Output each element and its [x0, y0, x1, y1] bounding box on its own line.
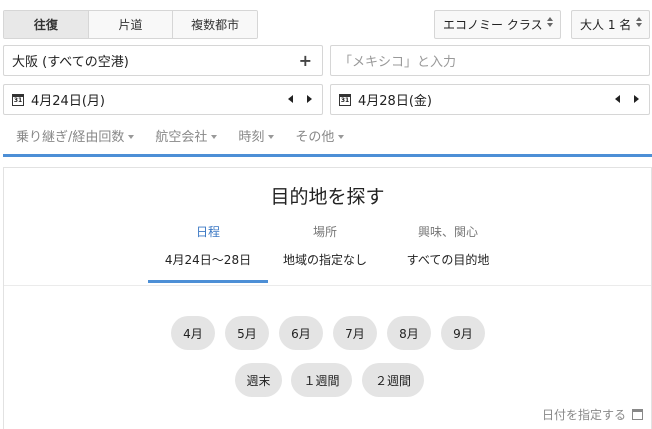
filter-times[interactable]: 時刻	[238, 126, 275, 145]
divider	[4, 285, 651, 286]
filter-label: 航空会社	[155, 130, 208, 145]
return-date-field[interactable]: 31 4月28日(金)	[330, 84, 650, 115]
departure-date-value: 4月24日(月)	[31, 94, 105, 109]
tab-interests-value: すべての目的地	[406, 253, 490, 267]
tab-location-header: 場所	[312, 225, 337, 239]
tab-round-trip[interactable]: 往復	[4, 11, 89, 38]
destination-field[interactable]: 「メキシコ」と入力	[330, 45, 650, 76]
month-chip[interactable]: 5月	[225, 316, 269, 350]
tab-multi-city[interactable]: 複数都市	[173, 11, 257, 38]
caret-down-icon	[268, 134, 275, 139]
filter-label: 時刻	[238, 130, 265, 145]
trip-type-tabs: 往復 片道 複数都市	[3, 10, 258, 39]
origin-value: 大阪 (すべての空港)	[12, 55, 129, 70]
month-chip[interactable]: 9月	[441, 316, 485, 350]
explore-card: 目的地を探す 日程 4月24日〜28日 場所 地域の指定なし 興味、関心 すべて…	[3, 167, 652, 429]
calendar-icon: 31	[12, 93, 24, 106]
destination-placeholder: 「メキシコ」と入力	[339, 55, 457, 70]
filter-more[interactable]: その他	[295, 126, 345, 145]
month-chip[interactable]: 4月	[171, 316, 215, 350]
tab-interests[interactable]: 興味、関心 すべての目的地	[394, 224, 502, 268]
filter-label: その他	[295, 130, 335, 145]
caret-down-icon	[128, 134, 135, 139]
cabin-class-select[interactable]: エコノミー クラス	[434, 10, 561, 39]
departure-date-field[interactable]: 31 4月24日(月)	[3, 84, 323, 115]
caret-down-icon	[211, 134, 218, 139]
passengers-select[interactable]: 大人 1 名	[571, 10, 650, 39]
passengers-label: 大人 1 名	[580, 18, 632, 32]
cabin-class-label: エコノミー クラス	[443, 18, 543, 32]
plus-icon[interactable]: +	[299, 51, 312, 70]
month-chip[interactable]: 7月	[333, 316, 377, 350]
divider	[3, 154, 652, 157]
calendar-icon	[632, 409, 643, 420]
prev-date-icon[interactable]	[615, 95, 620, 103]
origin-field[interactable]: 大阪 (すべての空港) +	[3, 45, 323, 76]
calendar-icon: 31	[339, 93, 351, 106]
specify-date-link[interactable]: 日付を指定する	[542, 406, 643, 423]
specify-date-label: 日付を指定する	[541, 408, 626, 422]
filter-label: 乗り継ぎ/経由回数	[16, 130, 125, 145]
return-date-value: 4月28日(金)	[358, 94, 432, 109]
date-nav	[615, 95, 639, 103]
select-arrows-icon	[547, 17, 553, 27]
filter-bar: 乗り継ぎ/経由回数 航空会社 時刻 その他	[16, 126, 345, 145]
month-chip[interactable]: 6月	[279, 316, 323, 350]
duration-chip-weekend[interactable]: 週末	[235, 363, 282, 397]
next-date-icon[interactable]	[634, 95, 639, 103]
active-tab-indicator	[148, 280, 268, 283]
filter-airlines[interactable]: 航空会社	[155, 126, 218, 145]
tab-location[interactable]: 場所 地域の指定なし	[270, 224, 380, 268]
duration-chip-one-week[interactable]: １週間	[291, 363, 352, 397]
prev-date-icon[interactable]	[288, 95, 293, 103]
tab-location-value: 地域の指定なし	[282, 253, 367, 267]
tab-dates-value: 4月24日〜28日	[164, 253, 252, 267]
tab-dates-header: 日程	[195, 225, 220, 239]
select-arrows-icon	[636, 17, 642, 27]
duration-chip-two-weeks[interactable]: ２週間	[362, 363, 424, 397]
next-date-icon[interactable]	[307, 95, 312, 103]
caret-down-icon	[338, 134, 345, 139]
month-chip[interactable]: 8月	[387, 316, 431, 350]
date-nav	[288, 95, 312, 103]
tab-dates[interactable]: 日程 4月24日〜28日	[148, 224, 268, 268]
tab-interests-header: 興味、関心	[417, 225, 478, 239]
explore-title: 目的地を探す	[270, 186, 385, 208]
tab-one-way[interactable]: 片道	[88, 11, 174, 38]
filter-stops[interactable]: 乗り継ぎ/経由回数	[16, 126, 135, 145]
